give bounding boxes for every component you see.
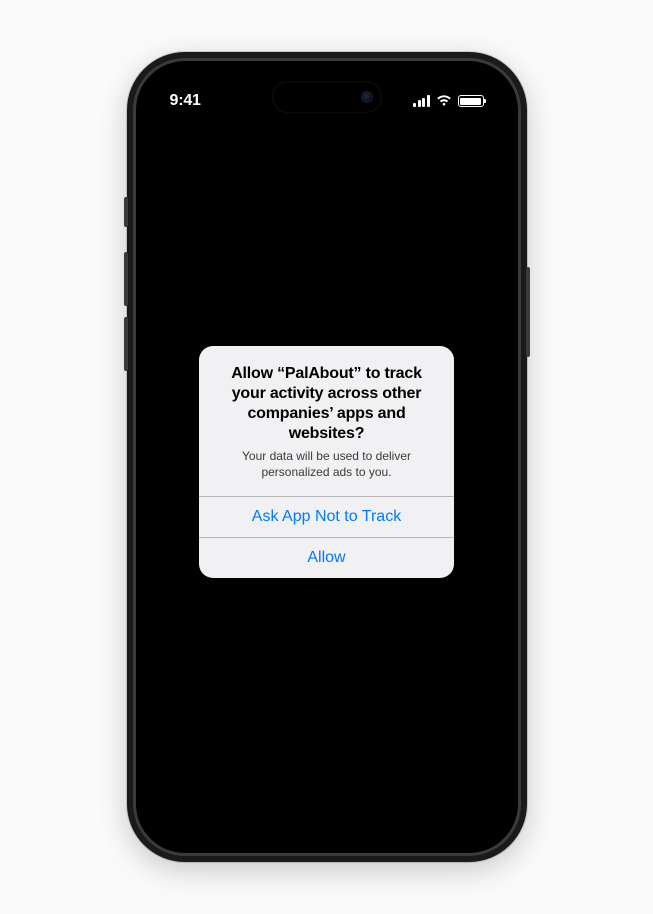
cellular-signal-icon <box>413 95 430 107</box>
alert-message: Your data will be used to deliver person… <box>213 448 440 480</box>
battery-icon <box>458 95 484 107</box>
status-time: 9:41 <box>170 92 201 110</box>
volume-down-button <box>124 317 128 371</box>
ask-not-to-track-button[interactable]: Ask App Not to Track <box>199 496 454 537</box>
allow-button[interactable]: Allow <box>199 537 454 578</box>
power-button <box>526 267 530 357</box>
status-indicators <box>413 95 484 107</box>
tracking-permission-alert: Allow “PalAbout” to track your activity … <box>199 346 454 578</box>
phone-frame: 9:41 <box>127 52 527 862</box>
phone-inner-bezel: 9:41 <box>133 58 521 856</box>
phone-bezel: 9:41 <box>136 61 518 853</box>
front-camera <box>362 92 372 102</box>
dynamic-island <box>272 81 382 113</box>
alert-content: Allow “PalAbout” to track your activity … <box>199 346 454 496</box>
alert-title: Allow “PalAbout” to track your activity … <box>213 364 440 444</box>
mute-switch <box>124 197 128 227</box>
alert-overlay: Allow “PalAbout” to track your activity … <box>144 69 510 845</box>
phone-screen: 9:41 <box>144 69 510 845</box>
volume-up-button <box>124 252 128 306</box>
wifi-icon <box>436 95 452 107</box>
